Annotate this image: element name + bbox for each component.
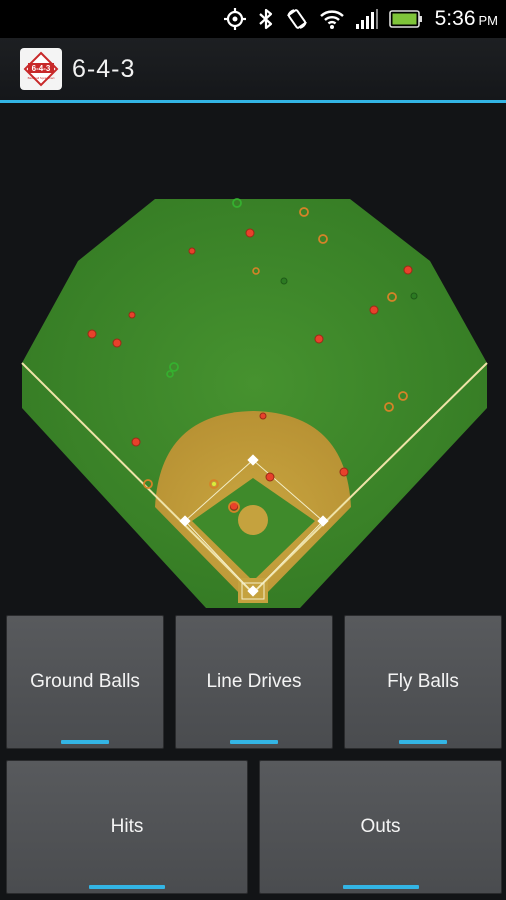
hits-button[interactable]: Hits <box>6 760 248 894</box>
status-clock: 5:36 PM <box>435 7 498 31</box>
hits-label: Hits <box>110 816 144 837</box>
wifi-icon <box>319 8 345 30</box>
app-logo[interactable]: 6-4-3 Baseball Spraychart <box>20 48 62 90</box>
hit-marker <box>188 247 196 255</box>
battery-icon <box>388 9 423 29</box>
hit-marker <box>87 329 97 339</box>
hit-marker <box>339 467 349 477</box>
outs-button[interactable]: Outs <box>259 760 502 894</box>
hit-marker <box>265 472 275 482</box>
line-drives-button[interactable]: Line Drives <box>175 615 333 749</box>
green-marker <box>280 277 288 285</box>
spray-chart[interactable] <box>0 103 506 608</box>
hits-indicator <box>89 885 165 889</box>
outs-label: Outs <box>360 816 401 837</box>
hit-marker <box>131 437 141 447</box>
ground-balls-indicator <box>61 740 109 744</box>
hit-marker <box>128 311 136 319</box>
ground-balls-button[interactable]: Ground Balls <box>6 615 164 749</box>
app-title: 6-4-3 <box>72 54 136 83</box>
app-logo-icon: 6-4-3 Baseball Spraychart <box>23 51 59 87</box>
hit-marker <box>112 338 122 348</box>
fly-balls-button[interactable]: Fly Balls <box>344 615 502 749</box>
baseball-field <box>21 198 488 608</box>
fly-balls-indicator <box>399 740 447 744</box>
line-drives-indicator <box>230 740 278 744</box>
hit-marker <box>369 305 379 315</box>
clock-ampm: PM <box>478 13 499 28</box>
line-drives-label: Line Drives <box>206 671 302 692</box>
bluetooth-icon <box>257 7 275 31</box>
gps-icon <box>223 7 247 31</box>
green-marker <box>410 292 418 300</box>
hit-marker <box>259 412 267 420</box>
clock-time: 5:36 <box>434 7 476 30</box>
green-marker <box>212 482 216 486</box>
status-bar: 5:36 PM <box>0 0 506 38</box>
signal-icon <box>355 8 379 30</box>
ground-balls-label: Ground Balls <box>30 671 140 692</box>
outs-indicator <box>342 885 419 889</box>
logo-subtext: Baseball Spraychart <box>28 76 55 80</box>
fly-balls-label: Fly Balls <box>387 671 459 692</box>
pitchers-mound <box>238 505 268 535</box>
hit-marker <box>314 334 324 344</box>
hit-marker <box>245 228 255 238</box>
action-bar: 6-4-3 Baseball Spraychart 6-4-3 <box>0 38 506 100</box>
logo-text: 6-4-3 <box>32 64 51 73</box>
rotate-icon <box>285 7 309 31</box>
hit-marker <box>403 265 413 275</box>
